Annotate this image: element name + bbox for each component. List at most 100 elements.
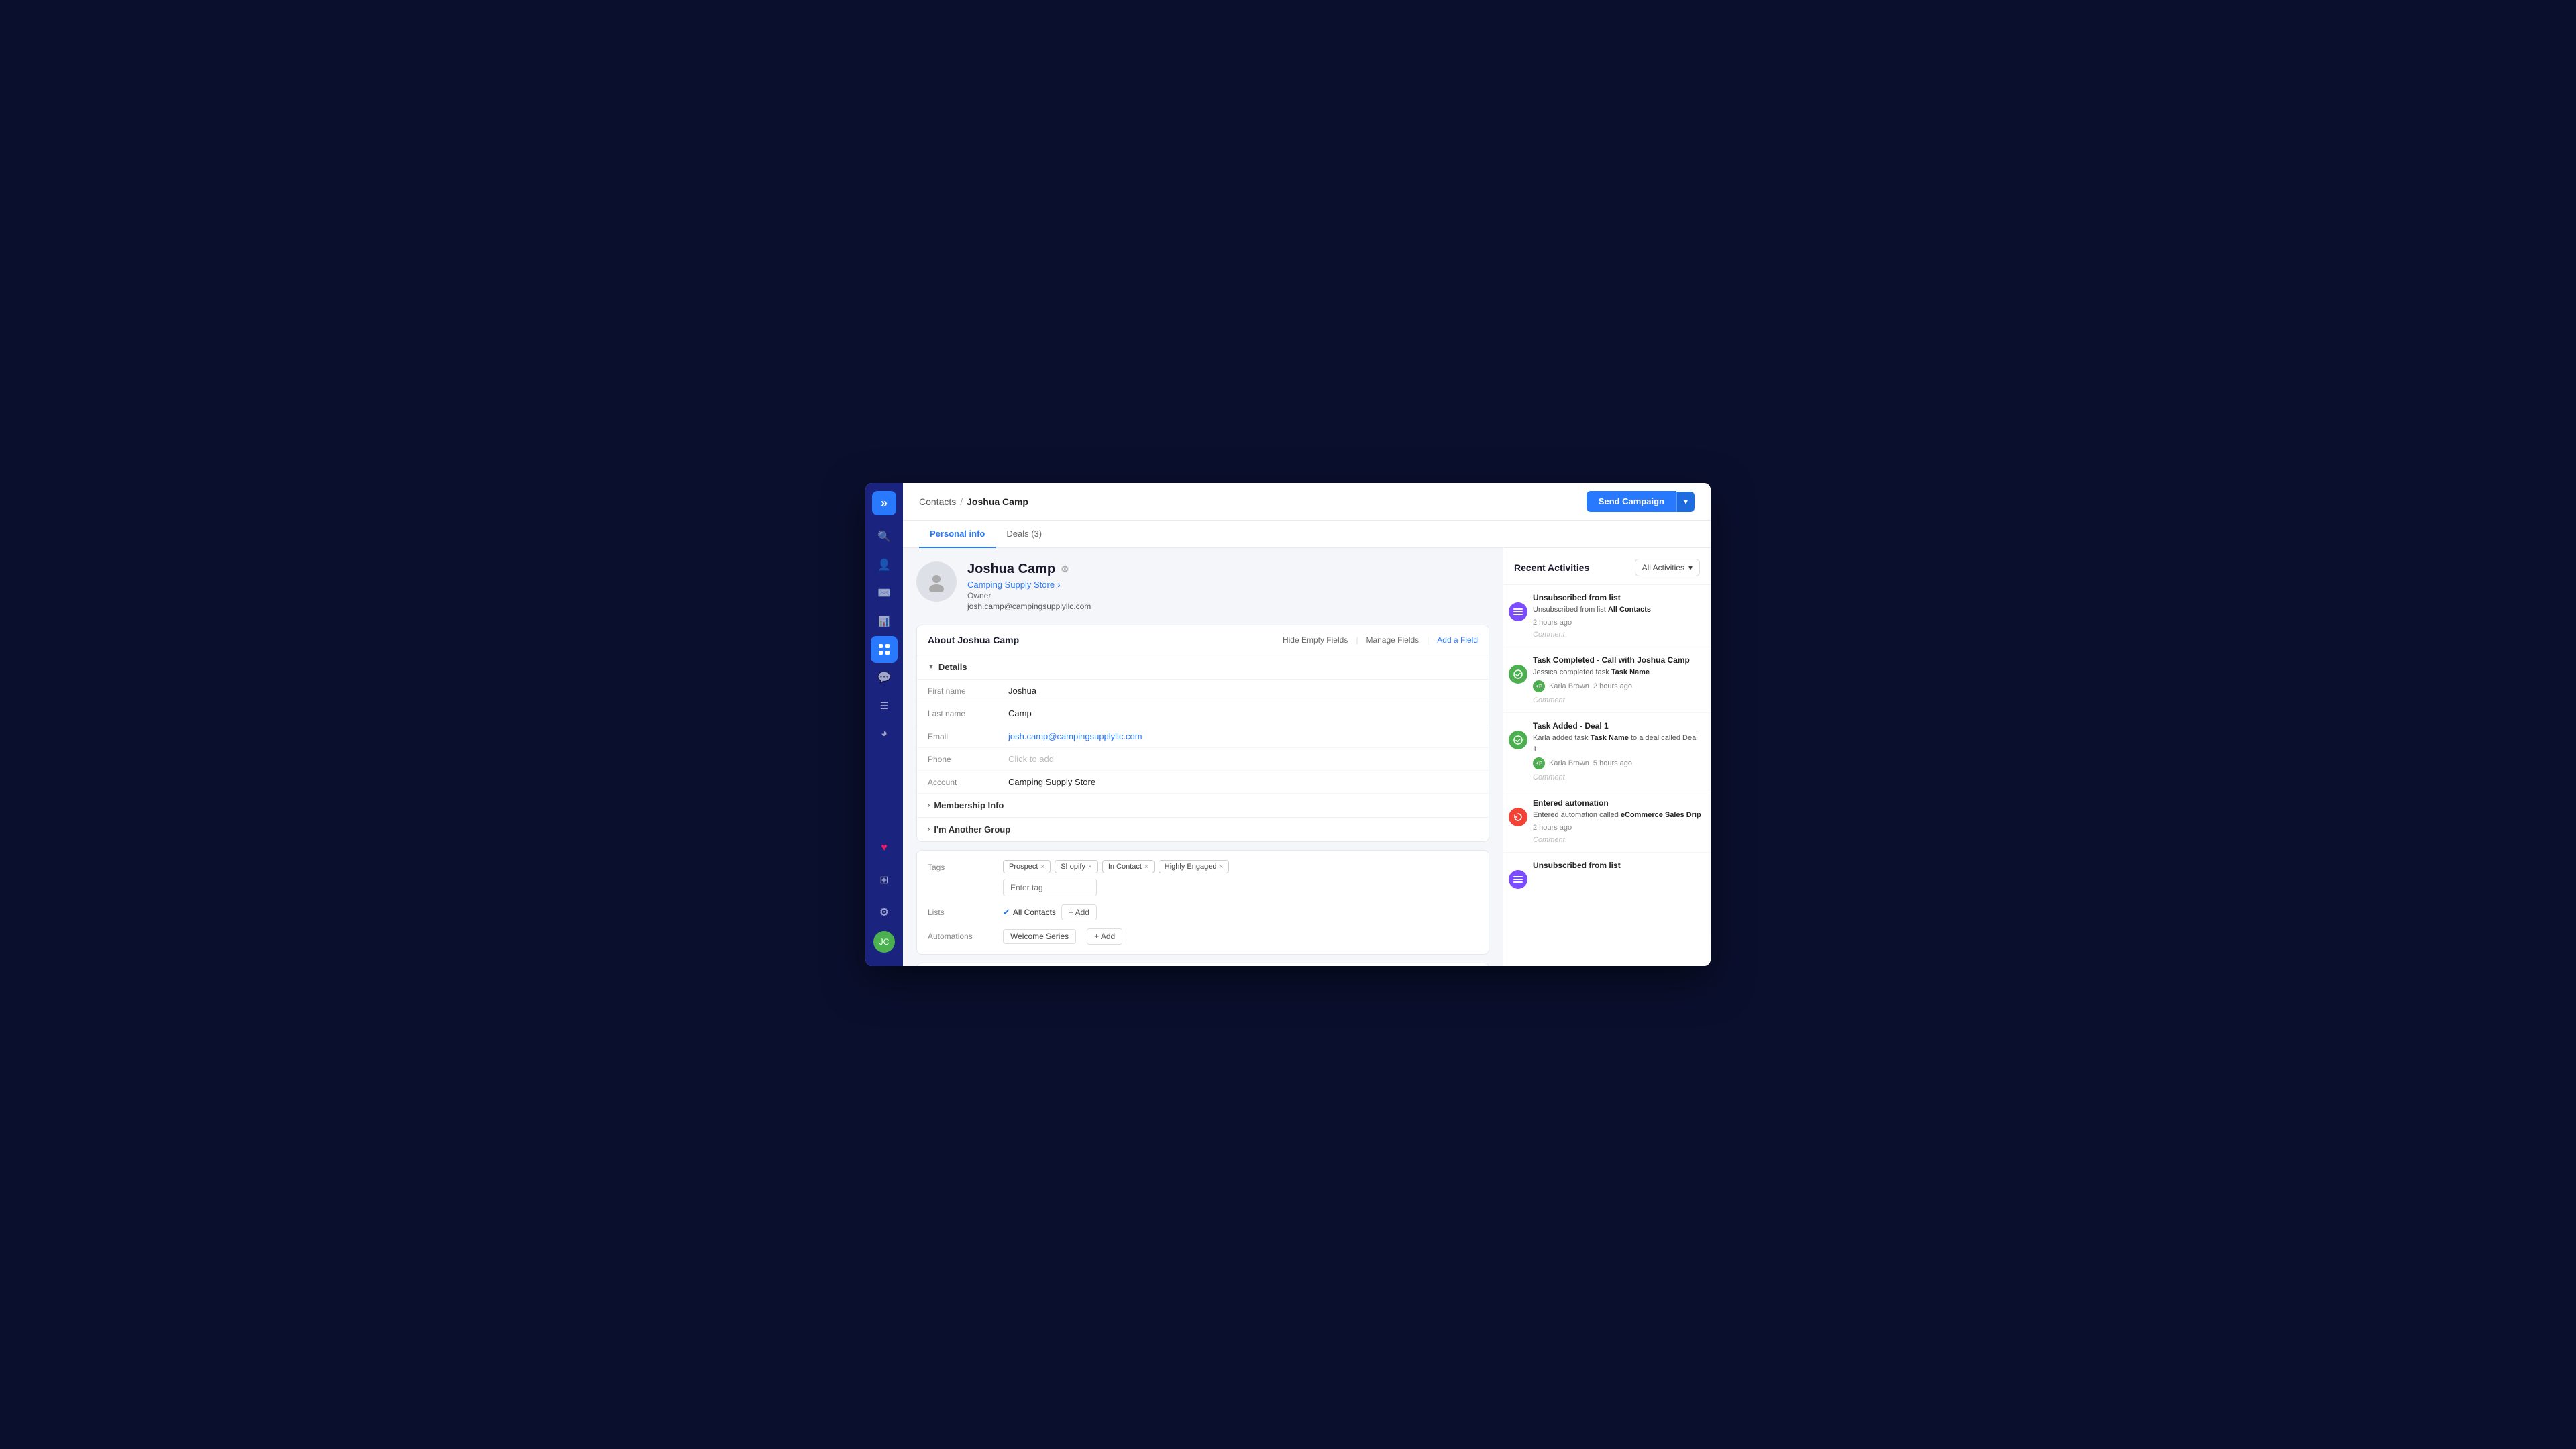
activity-icon-col-3 xyxy=(1503,713,1533,790)
tasks-header: ▼ Tasks (3) View Completed Tasks | Add a… xyxy=(917,963,1489,966)
send-campaign-button[interactable]: Send Campaign xyxy=(1587,491,1676,512)
tag-prospect-remove[interactable]: × xyxy=(1040,863,1044,871)
activity-meta-2: KB Karla Brown 2 hours ago xyxy=(1533,680,1703,692)
add-automation-button[interactable]: + Add xyxy=(1087,928,1122,945)
activity-item-unsubscribed1: Unsubscribed from list Unsubscribed from… xyxy=(1503,585,1711,647)
topbar: Contacts / Joshua Camp Send Campaign ▾ xyxy=(903,483,1711,521)
sidebar-item-dashboard[interactable] xyxy=(871,636,898,663)
tag-shopify: Shopify × xyxy=(1055,860,1098,873)
detail-label-firstname: First name xyxy=(928,686,1008,696)
activity-time-2: 2 hours ago xyxy=(1593,682,1632,690)
sidebar-item-apps[interactable]: ⊞ xyxy=(871,867,898,894)
activity-user-name-2: Karla Brown xyxy=(1549,682,1589,690)
lists-content: ✔ All Contacts + Add xyxy=(1003,904,1097,920)
activity-desc-3: Karla added task Task Name to a deal cal… xyxy=(1533,733,1703,755)
sidebar-logo[interactable]: » xyxy=(872,491,896,515)
activity-icon-task-added xyxy=(1509,731,1527,749)
activity-content-1: Unsubscribed from list Unsubscribed from… xyxy=(1533,585,1711,647)
detail-row-account: Account Camping Supply Store xyxy=(917,771,1489,794)
right-panel-header: Recent Activities All Activities ▾ xyxy=(1503,548,1711,585)
tag-prospect: Prospect × xyxy=(1003,860,1051,873)
details-chevron-icon: ▼ xyxy=(928,663,934,671)
tag-highlyengaged-remove[interactable]: × xyxy=(1219,863,1223,871)
detail-row-phone: Phone Click to add xyxy=(917,748,1489,771)
sidebar-item-analytics[interactable]: ◕ xyxy=(871,720,898,747)
tag-input[interactable] xyxy=(1003,879,1097,896)
sidebar-item-chat[interactable]: 💬 xyxy=(871,664,898,691)
about-card-title: About Joshua Camp xyxy=(928,635,1019,645)
breadcrumb-contacts-link[interactable]: Contacts xyxy=(919,496,956,507)
activity-icon-col-4 xyxy=(1503,790,1533,852)
tab-personal-info[interactable]: Personal info xyxy=(919,521,996,548)
tag-incontact-remove[interactable]: × xyxy=(1144,863,1148,871)
another-group-label: I'm Another Group xyxy=(934,824,1010,835)
sidebar-item-search[interactable]: 🔍 xyxy=(871,523,898,550)
manage-fields-link[interactable]: Manage Fields xyxy=(1366,635,1419,645)
activity-desc-4: Entered automation called eCommerce Sale… xyxy=(1533,810,1703,821)
membership-info-toggle[interactable]: › Membership Info xyxy=(917,794,1489,818)
activity-comment-1[interactable]: Comment xyxy=(1533,631,1703,639)
activity-meta-1: 2 hours ago xyxy=(1533,619,1703,627)
sidebar-user-avatar[interactable]: JC xyxy=(873,931,895,953)
tags-content: Prospect × Shopify × In Contact × xyxy=(1003,860,1478,896)
sidebar-item-list[interactable]: ☰ xyxy=(871,692,898,719)
activity-content-4: Entered automation Entered automation ca… xyxy=(1533,790,1711,852)
sidebar-item-settings[interactable]: ⚙ xyxy=(871,899,898,926)
details-section-toggle[interactable]: ▼ Details xyxy=(917,655,1489,680)
activity-title-2: Task Completed - Call with Joshua Camp xyxy=(1533,655,1703,665)
activities-filter-icon: ▾ xyxy=(1688,563,1693,572)
breadcrumb: Contacts / Joshua Camp xyxy=(919,496,1028,507)
contact-settings-icon[interactable]: ⚙ xyxy=(1061,564,1069,575)
hide-empty-fields-link[interactable]: Hide Empty Fields xyxy=(1283,635,1348,645)
activity-comment-2[interactable]: Comment xyxy=(1533,696,1703,704)
about-card-actions: Hide Empty Fields | Manage Fields | Add … xyxy=(1283,635,1478,645)
lists-label: Lists xyxy=(928,908,995,917)
tag-incontact-label: In Contact xyxy=(1108,863,1142,871)
activity-title-1: Unsubscribed from list xyxy=(1533,593,1703,602)
tag-shopify-label: Shopify xyxy=(1061,863,1085,871)
activity-comment-3[interactable]: Comment xyxy=(1533,773,1703,782)
tag-shopify-remove[interactable]: × xyxy=(1088,863,1092,871)
automations-row: Automations Welcome Series + Add xyxy=(928,928,1478,945)
activities-filter-label: All Activities xyxy=(1642,563,1684,572)
activity-desc-2: Jessica completed task Task Name xyxy=(1533,667,1703,678)
sidebar-nav: 🔍 👤 ✉️ 📊 💬 ☰ ◕ xyxy=(865,523,903,747)
membership-section-label: Membership Info xyxy=(934,800,1004,810)
breadcrumb-current-contact: Joshua Camp xyxy=(967,496,1028,507)
detail-value-phone[interactable]: Click to add xyxy=(1008,754,1054,764)
detail-row-lastname: Last name Camp xyxy=(917,702,1489,725)
automations-content: Welcome Series + Add xyxy=(1003,928,1122,945)
about-card-header: About Joshua Camp Hide Empty Fields | Ma… xyxy=(917,625,1489,655)
activity-item-automation: Entered automation Entered automation ca… xyxy=(1503,790,1711,853)
detail-value-email[interactable]: josh.camp@campingsupplyllc.com xyxy=(1008,731,1142,741)
activity-icon-col-1 xyxy=(1503,585,1533,647)
detail-value-firstname[interactable]: Joshua xyxy=(1008,686,1036,696)
another-group-toggle[interactable]: › I'm Another Group xyxy=(917,818,1489,841)
activity-meta-3: KB Karla Brown 5 hours ago xyxy=(1533,757,1703,769)
activity-comment-4[interactable]: Comment xyxy=(1533,836,1703,844)
activities-filter-dropdown[interactable]: All Activities ▾ xyxy=(1635,559,1700,576)
detail-row-email: Email josh.camp@campingsupplyllc.com xyxy=(917,725,1489,748)
contact-company-link[interactable]: Camping Supply Store › xyxy=(967,580,1489,590)
activity-meta-4: 2 hours ago xyxy=(1533,824,1703,832)
lists-row: Lists ✔ All Contacts + Add xyxy=(928,904,1478,920)
activity-icon-col-2 xyxy=(1503,647,1533,713)
activities-list: Unsubscribed from list Unsubscribed from… xyxy=(1503,585,1711,966)
sidebar-item-campaigns[interactable]: ✉️ xyxy=(871,580,898,606)
detail-value-account[interactable]: Camping Supply Store xyxy=(1008,777,1095,787)
tab-deals[interactable]: Deals (3) xyxy=(996,521,1053,548)
sidebar-item-reports[interactable]: 📊 xyxy=(871,608,898,635)
tags-card: Tags Prospect × Shopify × xyxy=(916,850,1489,955)
another-group-chevron-icon: › xyxy=(928,826,930,833)
right-panel: Recent Activities All Activities ▾ xyxy=(1503,548,1711,966)
add-field-link[interactable]: Add a Field xyxy=(1437,635,1478,645)
sidebar-item-favorites[interactable]: ♥ xyxy=(871,835,898,861)
add-list-button[interactable]: + Add xyxy=(1061,904,1097,920)
activity-icon-col-5 xyxy=(1503,853,1533,889)
detail-value-lastname[interactable]: Camp xyxy=(1008,708,1032,718)
detail-label-email: Email xyxy=(928,732,1008,741)
tags-list: Prospect × Shopify × In Contact × xyxy=(1003,860,1478,873)
send-campaign-dropdown-button[interactable]: ▾ xyxy=(1676,492,1695,512)
automations-label: Automations xyxy=(928,932,995,941)
sidebar-item-contacts[interactable]: 👤 xyxy=(871,551,898,578)
